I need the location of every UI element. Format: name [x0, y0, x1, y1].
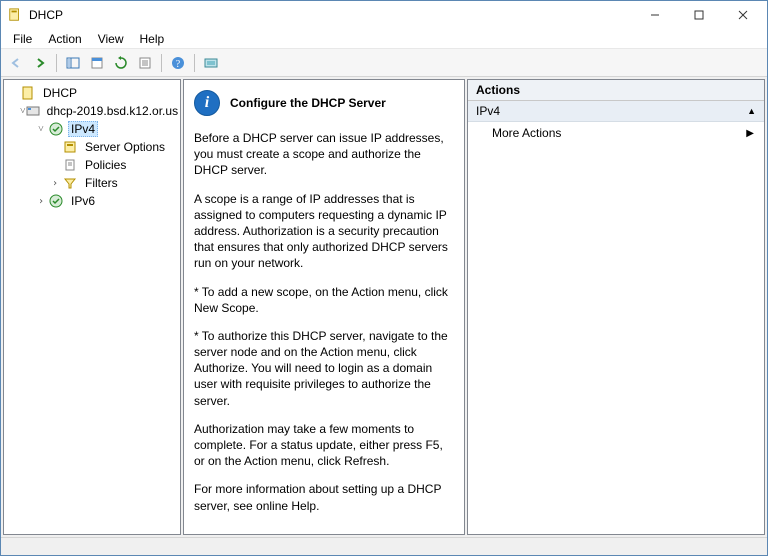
refresh-button[interactable] [110, 52, 132, 74]
tree-ipv4[interactable]: ˅ IPv4 [6, 120, 178, 138]
menu-help[interactable]: Help [132, 30, 173, 48]
tree-label: dhcp-2019.bsd.k12.or.us [44, 103, 181, 119]
window-buttons [633, 1, 765, 29]
expand-icon[interactable]: › [48, 178, 62, 189]
menu-action[interactable]: Action [40, 30, 89, 48]
manage-button[interactable] [200, 52, 222, 74]
filters-icon [62, 175, 78, 191]
export-list-button[interactable] [134, 52, 156, 74]
details-header: i Configure the DHCP Server [194, 90, 450, 116]
collapse-icon[interactable]: ˅ [34, 124, 48, 135]
window-title: DHCP [29, 8, 633, 22]
actions-section-ipv4[interactable]: IPv4 ▲ [468, 101, 764, 122]
tree-server-options[interactable]: Server Options [6, 138, 178, 156]
action-label: More Actions [492, 126, 561, 140]
tree-root-dhcp[interactable]: DHCP [6, 84, 178, 102]
help-button[interactable]: ? [167, 52, 189, 74]
app-icon [7, 7, 23, 23]
server-icon [26, 103, 40, 119]
details-paragraph: Before a DHCP server can issue IP addres… [194, 130, 450, 179]
tree-label: DHCP [40, 85, 80, 101]
minimize-button[interactable] [633, 1, 677, 29]
details-pane: i Configure the DHCP Server Before a DHC… [183, 79, 465, 535]
tree-label: Policies [82, 157, 129, 173]
details-paragraph: For more information about setting up a … [194, 481, 450, 513]
tree: DHCP ˅ dhcp-2019.bsd.k12.or.us ˅ IPv4 Se… [6, 84, 178, 210]
details-paragraph: * To authorize this DHCP server, navigat… [194, 328, 450, 409]
menu-view[interactable]: View [90, 30, 132, 48]
close-button[interactable] [721, 1, 765, 29]
details-paragraph: A scope is a range of IP addresses that … [194, 191, 450, 272]
details-body: Before a DHCP server can issue IP addres… [194, 130, 450, 514]
toolbar-separator [56, 54, 57, 72]
action-more-actions[interactable]: More Actions ▶ [468, 122, 764, 144]
tree-label: Server Options [82, 139, 168, 155]
maximize-button[interactable] [677, 1, 721, 29]
tree-server[interactable]: ˅ dhcp-2019.bsd.k12.or.us [6, 102, 178, 120]
expand-icon[interactable]: › [34, 196, 48, 207]
policies-icon [62, 157, 78, 173]
status-bar [1, 537, 767, 555]
tree-policies[interactable]: Policies [6, 156, 178, 174]
forward-button[interactable] [29, 52, 51, 74]
details-title: Configure the DHCP Server [230, 96, 386, 110]
server-options-icon [62, 139, 78, 155]
menu-bar: File Action View Help [1, 29, 767, 49]
tree-filters[interactable]: › Filters [6, 174, 178, 192]
details-paragraph: * To add a new scope, on the Action menu… [194, 284, 450, 316]
properties-button[interactable] [86, 52, 108, 74]
details-paragraph: Authorization may take a few moments to … [194, 421, 450, 470]
toolbar: ? [1, 49, 767, 77]
tree-label: Filters [82, 175, 121, 191]
dhcp-icon [20, 85, 36, 101]
tree-label: IPv6 [68, 193, 98, 209]
collapse-icon: ▲ [747, 106, 756, 116]
title-bar: DHCP [1, 1, 767, 29]
submenu-arrow-icon: ▶ [746, 128, 754, 139]
ipv6-icon [48, 193, 64, 209]
info-icon: i [194, 90, 220, 116]
tree-ipv6[interactable]: › IPv6 [6, 192, 178, 210]
content-area: DHCP ˅ dhcp-2019.bsd.k12.or.us ˅ IPv4 Se… [1, 77, 767, 537]
menu-file[interactable]: File [5, 30, 40, 48]
toolbar-separator [194, 54, 195, 72]
actions-section-label: IPv4 [476, 104, 500, 118]
back-button[interactable] [5, 52, 27, 74]
svg-text:?: ? [176, 59, 181, 70]
show-hide-tree-button[interactable] [62, 52, 84, 74]
tree-label: IPv4 [68, 121, 98, 137]
toolbar-separator [161, 54, 162, 72]
actions-pane: Actions IPv4 ▲ More Actions ▶ [467, 79, 765, 535]
actions-header: Actions [468, 80, 764, 101]
ipv4-icon [48, 121, 64, 137]
tree-pane: DHCP ˅ dhcp-2019.bsd.k12.or.us ˅ IPv4 Se… [3, 79, 181, 535]
